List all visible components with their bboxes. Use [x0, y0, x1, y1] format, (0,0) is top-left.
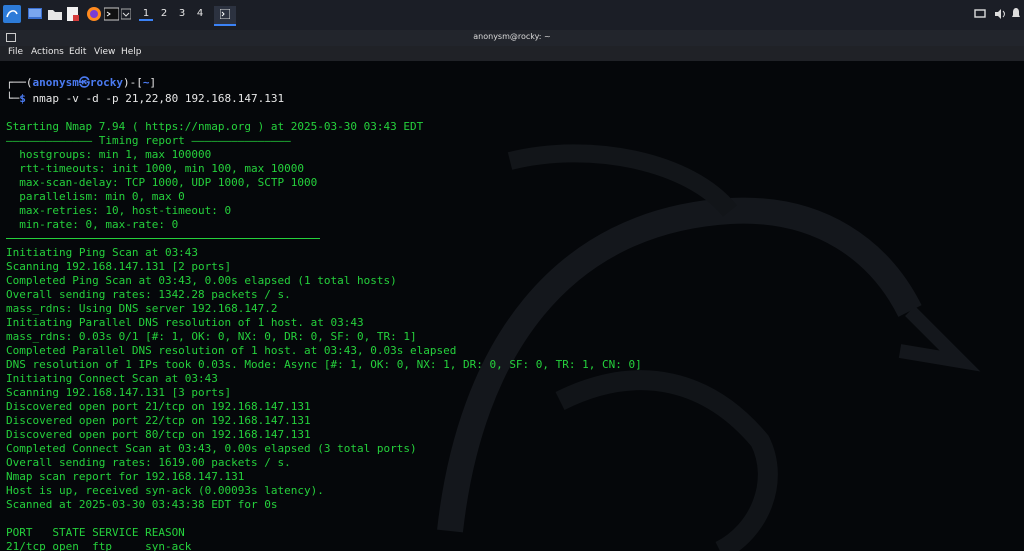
output-line: parallelism: min 0, max 0 — [6, 190, 185, 203]
output-line: Discovered open port 22/tcp on 192.168.1… — [6, 414, 311, 427]
workspace-2[interactable]: 2 — [157, 8, 171, 19]
port-table-header: PORT STATE SERVICE REASON — [6, 526, 185, 539]
port-table-row: 21/tcp open ftp syn-ack — [6, 540, 192, 551]
kali-dragon-watermark-icon — [437, 144, 981, 551]
output-line: Overall sending rates: 1342.28 packets /… — [6, 288, 291, 301]
kali-menu-icon[interactable] — [3, 5, 21, 23]
timing-report-divider — [6, 238, 320, 239]
output-line: Completed Parallel DNS resolution of 1 h… — [6, 344, 457, 357]
timing-report-header: ————————————— Timing report ————————————… — [6, 134, 291, 147]
volume-icon[interactable] — [994, 6, 1006, 22]
output-line: hostgroups: min 1, max 100000 — [6, 148, 212, 161]
terminal-launcher-icon[interactable] — [104, 6, 119, 22]
workspace-3[interactable]: 3 — [175, 8, 189, 19]
terminal-task-button[interactable] — [214, 6, 236, 26]
firefox-icon[interactable] — [86, 6, 102, 22]
output-line: max-retries: 10, host-timeout: 0 — [6, 204, 232, 217]
output-line: Discovered open port 21/tcp on 192.168.1… — [6, 400, 311, 413]
output-line: Initiating Parallel DNS resolution of 1 … — [6, 316, 364, 329]
text-editor-icon[interactable] — [67, 6, 79, 22]
menu-bar: File Actions Edit View Help — [0, 46, 1024, 61]
screen-icon[interactable] — [974, 6, 986, 22]
output-line: Initiating Connect Scan at 03:43 — [6, 372, 218, 385]
output-line: DNS resolution of 1 IPs took 0.03s. Mode… — [6, 358, 642, 371]
output-line: Scanning 192.168.147.131 [2 ports] — [6, 260, 232, 273]
show-desktop-icon[interactable] — [28, 6, 42, 22]
prompt-host: rocky — [89, 76, 123, 89]
menu-edit[interactable]: Edit — [69, 47, 86, 57]
notification-icon[interactable] — [1011, 6, 1021, 22]
output-line: Host is up, received syn-ack (0.00093s l… — [6, 484, 324, 497]
output-line: Overall sending rates: 1619.00 packets /… — [6, 456, 291, 469]
output-line: Completed Connect Scan at 03:43, 0.00s e… — [6, 442, 417, 455]
workspace-4[interactable]: 4 — [193, 8, 207, 19]
menu-help[interactable]: Help — [121, 47, 142, 57]
menu-view[interactable]: View — [94, 47, 115, 57]
terminal-task-icon — [220, 9, 230, 19]
output-line: rtt-timeouts: init 1000, min 100, max 10… — [6, 162, 305, 175]
window-title: anonysm@rocky: ~ — [473, 32, 551, 41]
output-line: Completed Ping Scan at 03:43, 0.00s elap… — [6, 274, 397, 287]
output-line: Starting Nmap 7.94 ( https://nmap.org ) … — [6, 120, 424, 133]
prompt-line: ┌──(anonysm㉿rocky)-[~] — [6, 76, 157, 89]
output-line: mass_rdns: 0.03s 0/1 [#: 1, OK: 0, NX: 0… — [6, 330, 417, 343]
output-line: Nmap scan report for 192.168.147.131 — [6, 470, 245, 483]
menu-file[interactable]: File — [8, 47, 23, 57]
chevron-down-icon[interactable] — [121, 6, 131, 22]
terminal-output[interactable]: ┌──(anonysm㉿rocky)-[~] └─$ nmap -v -d -p… — [0, 61, 1024, 551]
window-titlebar[interactable]: anonysm@rocky: ~ — [0, 30, 1024, 46]
menu-actions[interactable]: Actions — [31, 47, 64, 57]
prompt-user: anonysm — [32, 76, 79, 89]
output-line: max-scan-delay: TCP 1000, UDP 1000, SCTP… — [6, 176, 318, 189]
output-line: Discovered open port 80/tcp on 192.168.1… — [6, 428, 311, 441]
output-line: Scanned at 2025-03-30 03:43:38 EDT for 0… — [6, 498, 278, 511]
command-line: └─$ nmap -v -d -p 21,22,80 192.168.147.1… — [6, 92, 285, 105]
workspace-1[interactable]: 1 — [139, 8, 153, 21]
file-manager-icon[interactable] — [48, 6, 62, 22]
output-line: Initiating Ping Scan at 03:43 — [6, 246, 199, 259]
taskbar: 1 2 3 4 — [0, 0, 1024, 31]
output-line: Scanning 192.168.147.131 [3 ports] — [6, 386, 232, 399]
output-line: min-rate: 0, max-rate: 0 — [6, 218, 179, 231]
command-text: nmap -v -d -p 21,22,80 192.168.147.131 — [25, 92, 285, 105]
output-line: mass_rdns: Using DNS server 192.168.147.… — [6, 302, 278, 315]
